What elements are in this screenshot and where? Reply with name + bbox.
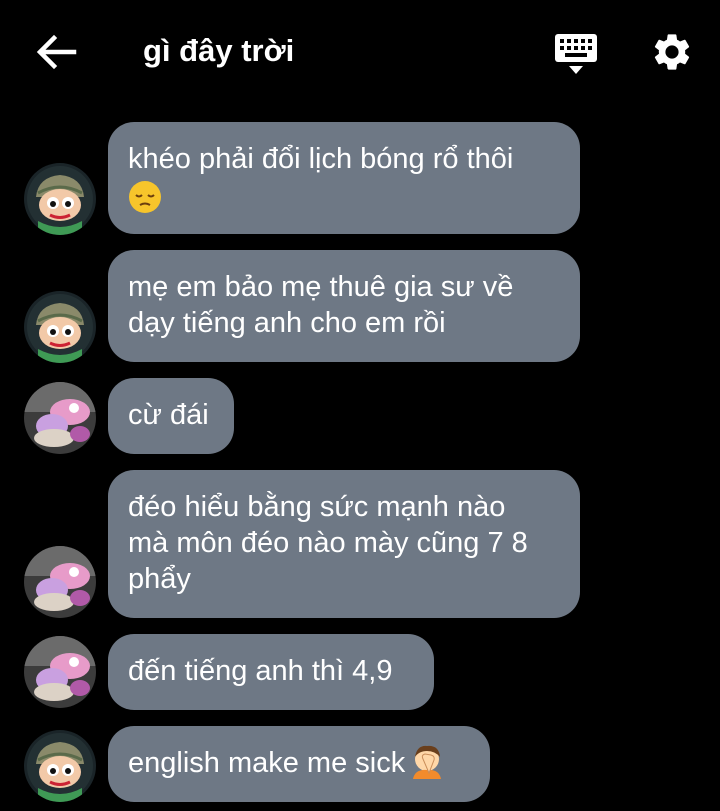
avatar[interactable] [24, 163, 96, 235]
avatar[interactable] [24, 382, 96, 454]
message-row: đến tiếng anh thì 4,9 [0, 634, 720, 710]
message-bubble[interactable]: english make me sick [108, 726, 490, 802]
chat-header: gì đây trời [0, 0, 720, 104]
message-text: khéo phải đổi lịch bóng rổ thôi [128, 143, 514, 175]
message-row: english make me sick [0, 726, 720, 802]
keyboard-icon[interactable] [553, 32, 599, 76]
chat-title: gì đây trời [143, 33, 295, 68]
message-text: đến tiếng anh thì 4,9 [128, 655, 393, 687]
avatar[interactable] [24, 291, 96, 363]
message-bubble[interactable]: cừ đái [108, 378, 234, 454]
message-row: khéo phải đổi lịch bóng rổ thôi [0, 122, 720, 235]
avatar[interactable] [24, 636, 96, 708]
message-row: mẹ em bảo mẹ thuê gia sư về dạy tiếng an… [0, 250, 720, 363]
message-text: mẹ em bảo mẹ thuê gia sư về dạy tiếng an… [128, 271, 514, 339]
message-text: cừ đái [128, 399, 209, 431]
avatar[interactable] [24, 546, 96, 618]
message-bubble[interactable]: đéo hiểu bằng sức mạnh nào mà môn đéo nà… [108, 470, 580, 618]
message-bubble[interactable]: khéo phải đổi lịch bóng rổ thôi [108, 122, 580, 234]
gear-icon[interactable] [650, 30, 694, 74]
person-facepalming-emoji [413, 746, 442, 780]
message-text: english make me sick [128, 747, 406, 779]
message-bubble[interactable]: mẹ em bảo mẹ thuê gia sư về dạy tiếng an… [108, 250, 580, 362]
message-row: cừ đái [0, 378, 720, 454]
message-bubble[interactable]: đến tiếng anh thì 4,9 [108, 634, 434, 710]
pensive-face-emoji [129, 180, 161, 213]
message-row: đéo hiểu bằng sức mạnh nào mà môn đéo nà… [0, 470, 720, 618]
avatar[interactable] [24, 730, 96, 802]
arrow-left-icon[interactable] [34, 30, 78, 74]
message-text: đéo hiểu bằng sức mạnh nào mà môn đéo nà… [128, 491, 528, 595]
